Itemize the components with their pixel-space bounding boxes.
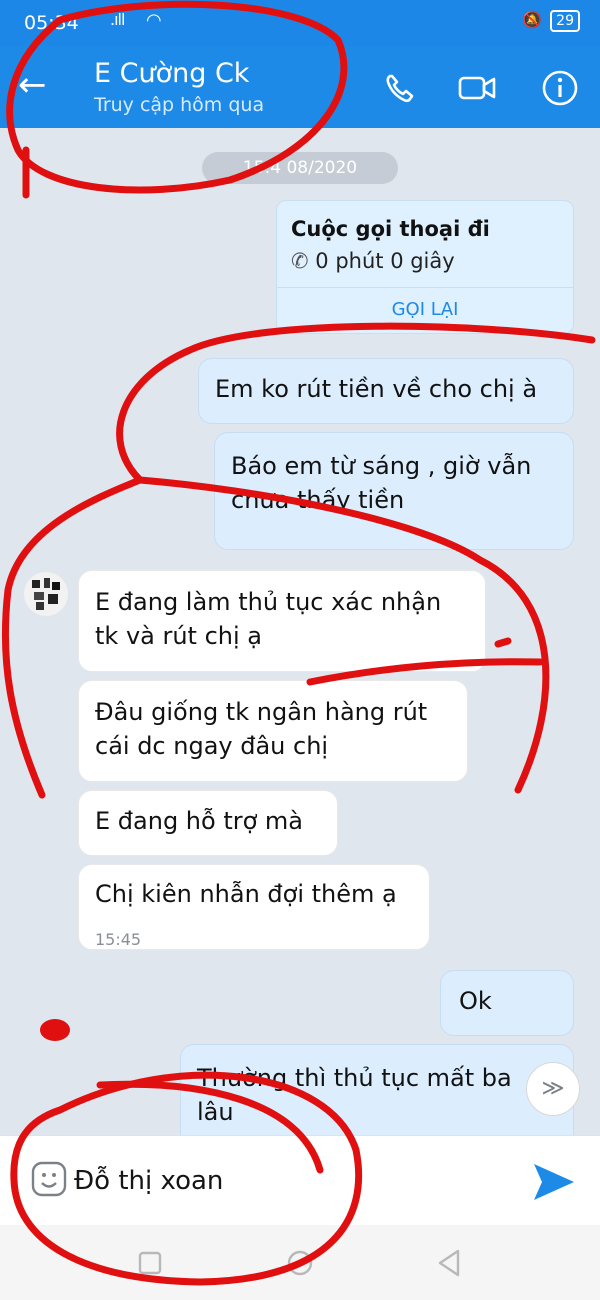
divider xyxy=(277,287,573,288)
contact-avatar[interactable] xyxy=(24,572,68,616)
chevron-double-down-icon[interactable]: ≫ xyxy=(526,1062,580,1116)
message-bubble-outgoing[interactable]: Em ko rút tiền về cho chị à xyxy=(198,358,574,424)
last-seen-status: Truy cập hôm qua xyxy=(94,94,265,116)
message-bubble-incoming[interactable]: Đâu giống tk ngân hàng rút cái dc ngay đ… xyxy=(78,680,468,782)
wifi-icon: ◠ xyxy=(146,10,162,31)
message-bubble-incoming[interactable]: Chị kiên nhẫn đợi thêm ạ 15:45 xyxy=(78,864,430,950)
message-text: Chị kiên nhẫn đợi thêm ạ xyxy=(95,880,397,908)
message-text: Thường thì thủ tục mất ba lâu xyxy=(197,1064,512,1126)
message-text: Ok xyxy=(459,987,492,1015)
message-bubble-incoming[interactable]: E đang hỗ trợ mà xyxy=(78,790,338,856)
date-separator: 15:4 08/2020 xyxy=(202,152,398,184)
message-text: Báo em từ sáng , giờ vẫn chưa thấy tiền xyxy=(231,452,532,514)
mute-icon: 🔕 xyxy=(522,10,543,29)
call-title: Cuộc gọi thoại đi xyxy=(291,217,490,241)
back-icon[interactable] xyxy=(430,1243,470,1283)
message-bubble-outgoing[interactable]: Báo em từ sáng , giờ vẫn chưa thấy tiền xyxy=(214,432,574,550)
send-icon xyxy=(534,1164,574,1200)
info-icon[interactable] xyxy=(538,68,582,108)
avatar-image xyxy=(32,578,60,610)
chat-header: ← E Cường Ck Truy cập hôm qua xyxy=(0,46,600,128)
status-bar: 05:34 .ıll ◠ 🔕 29 xyxy=(0,0,600,46)
contact-name[interactable]: E Cường Ck xyxy=(94,58,249,89)
message-time: 15:45 xyxy=(95,930,142,949)
outgoing-call-icon: ✆ xyxy=(291,249,309,273)
status-time: 05:34 xyxy=(24,12,79,34)
send-button[interactable] xyxy=(530,1160,578,1204)
composer-bar xyxy=(0,1135,600,1226)
home-icon[interactable] xyxy=(280,1243,320,1283)
message-bubble-outgoing[interactable]: Ok xyxy=(440,970,574,1036)
video-camera-icon[interactable] xyxy=(456,68,500,108)
call-duration: 0 phút 0 giây xyxy=(315,249,455,273)
call-back-button[interactable]: GỌI LẠI xyxy=(277,299,573,320)
recents-icon[interactable] xyxy=(130,1243,170,1283)
call-duration-row: ✆ 0 phút 0 giây xyxy=(291,249,455,273)
message-bubble-incoming[interactable]: E đang làm thủ tục xác nhận tk và rút ch… xyxy=(78,570,486,672)
back-arrow-icon[interactable]: ← xyxy=(18,68,47,102)
message-list[interactable]: 15:4 08/2020 Cuộc gọi thoại đi ✆ 0 phút … xyxy=(0,128,600,1156)
status-right: 🔕 29 xyxy=(522,10,580,32)
system-nav-bar xyxy=(0,1225,600,1300)
message-text: E đang hỗ trợ mà xyxy=(95,807,304,835)
call-card: Cuộc gọi thoại đi ✆ 0 phút 0 giây GỌI LẠ… xyxy=(276,200,574,334)
message-text: Em ko rút tiền về cho chị à xyxy=(215,375,538,403)
message-input[interactable] xyxy=(74,1158,504,1204)
phone-icon[interactable] xyxy=(380,68,424,108)
message-text: E đang làm thủ tục xác nhận tk và rút ch… xyxy=(95,588,442,650)
signal-icon: .ıll xyxy=(110,10,125,29)
battery-level: 29 xyxy=(550,10,580,32)
emoji-icon[interactable] xyxy=(28,1158,70,1200)
message-text: Đâu giống tk ngân hàng rút cái dc ngay đ… xyxy=(95,698,428,760)
